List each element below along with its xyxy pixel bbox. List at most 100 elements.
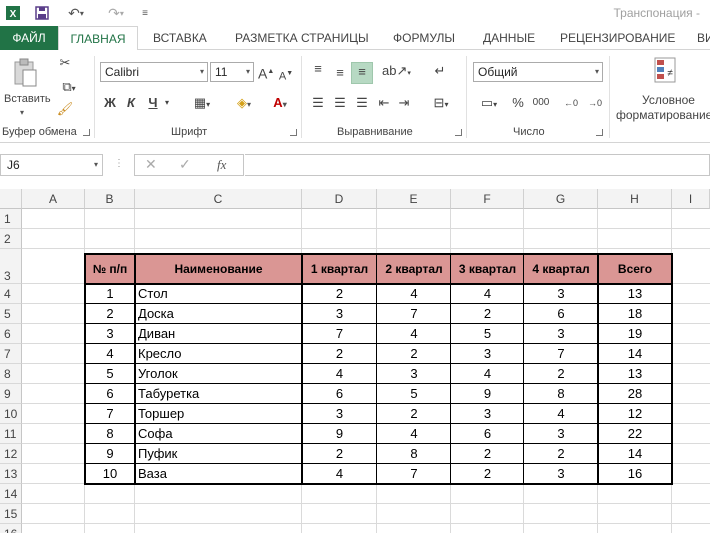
- table-cell[interactable]: Пуфик: [135, 444, 302, 464]
- table-header-cell[interactable]: Всего: [598, 254, 672, 284]
- conditional-formatting-label-1[interactable]: Условное: [642, 93, 695, 107]
- table-header-cell[interactable]: № п/п: [85, 254, 135, 284]
- wrap-text-icon[interactable]: ↵: [430, 62, 450, 80]
- row-header-16[interactable]: 16: [0, 524, 22, 533]
- row-header-5[interactable]: 5: [0, 304, 22, 324]
- formula-input[interactable]: [245, 154, 710, 176]
- table-cell[interactable]: 3: [524, 464, 598, 484]
- table-cell[interactable]: 2: [302, 284, 377, 304]
- align-center-icon[interactable]: ☰: [332, 94, 348, 112]
- table-cell[interactable]: 14: [598, 344, 672, 364]
- row-header-7[interactable]: 7: [0, 344, 22, 364]
- row-header-6[interactable]: 6: [0, 324, 22, 344]
- name-box[interactable]: J6 ▾: [0, 154, 103, 176]
- table-header-cell[interactable]: 3 квартал: [451, 254, 524, 284]
- row-header-11[interactable]: 11: [0, 424, 22, 444]
- table-cell[interactable]: 18: [598, 304, 672, 324]
- column-header-i[interactable]: I: [672, 189, 710, 209]
- worksheet-grid[interactable]: ABCDEFGHI 12345678910111213141516 № п/пН…: [0, 189, 710, 533]
- table-header-cell[interactable]: Наименование: [135, 254, 302, 284]
- table-cell[interactable]: 14: [598, 444, 672, 464]
- table-cell[interactable]: 13: [598, 364, 672, 384]
- column-header-c[interactable]: C: [135, 189, 302, 209]
- table-cell[interactable]: 12: [598, 404, 672, 424]
- table-cell[interactable]: 2: [85, 304, 135, 324]
- tab-formulas[interactable]: ФОРМУЛЫ: [393, 26, 455, 50]
- font-color-icon[interactable]: A▾: [266, 94, 294, 114]
- bold-button[interactable]: Ж: [103, 94, 117, 112]
- table-cell[interactable]: 19: [598, 324, 672, 344]
- percent-style-icon[interactable]: %: [510, 94, 526, 112]
- table-cell[interactable]: 4: [377, 424, 451, 444]
- table-header-cell[interactable]: 1 квартал: [302, 254, 377, 284]
- tab-data[interactable]: ДАННЫЕ: [483, 26, 535, 50]
- copy-icon[interactable]: ⧉▾: [56, 78, 82, 98]
- table-cell[interactable]: 16: [598, 464, 672, 484]
- table-cell[interactable]: 8: [85, 424, 135, 444]
- column-header-e[interactable]: E: [377, 189, 451, 209]
- table-cell[interactable]: 10: [85, 464, 135, 484]
- table-cell[interactable]: Стол: [135, 284, 302, 304]
- grow-font-icon[interactable]: A▲: [258, 63, 274, 83]
- table-cell[interactable]: 6: [451, 424, 524, 444]
- table-cell[interactable]: 6: [302, 384, 377, 404]
- table-cell[interactable]: 9: [451, 384, 524, 404]
- increase-decimal-icon[interactable]: ←0: [562, 94, 580, 112]
- table-cell[interactable]: 3: [524, 324, 598, 344]
- table-cell[interactable]: 13: [598, 284, 672, 304]
- table-cell[interactable]: 3: [302, 404, 377, 424]
- row-header-12[interactable]: 12: [0, 444, 22, 464]
- paste-dropdown-icon[interactable]: ▾: [20, 108, 24, 117]
- table-cell[interactable]: Доска: [135, 304, 302, 324]
- table-cell[interactable]: 2: [302, 344, 377, 364]
- table-cell[interactable]: 5: [377, 384, 451, 404]
- font-size-select[interactable]: 11 ▾: [210, 62, 254, 82]
- cut-icon[interactable]: ✂: [56, 54, 74, 72]
- table-cell[interactable]: 3: [524, 424, 598, 444]
- customize-qat-icon[interactable]: ≡: [138, 3, 152, 23]
- italic-button[interactable]: К: [124, 94, 138, 112]
- table-cell[interactable]: 4: [524, 404, 598, 424]
- table-cell[interactable]: 4: [377, 284, 451, 304]
- orientation-icon[interactable]: ab↗▾: [382, 62, 411, 83]
- conditional-formatting-label-2[interactable]: форматирование: [616, 108, 710, 122]
- table-header-cell[interactable]: 4 квартал: [524, 254, 598, 284]
- number-format-select[interactable]: Общий ▾: [473, 62, 603, 82]
- cancel-icon[interactable]: ✕: [145, 156, 157, 173]
- table-cell[interactable]: 9: [85, 444, 135, 464]
- table-cell[interactable]: Софа: [135, 424, 302, 444]
- column-header-g[interactable]: G: [524, 189, 598, 209]
- table-cell[interactable]: 7: [524, 344, 598, 364]
- row-header-8[interactable]: 8: [0, 364, 22, 384]
- row-header-9[interactable]: 9: [0, 384, 22, 404]
- column-header-h[interactable]: H: [598, 189, 672, 209]
- table-cell[interactable]: Ваза: [135, 464, 302, 484]
- table-cell[interactable]: 2: [451, 444, 524, 464]
- tab-home[interactable]: ГЛАВНАЯ: [58, 26, 138, 51]
- table-cell[interactable]: 8: [377, 444, 451, 464]
- paste-icon[interactable]: [10, 58, 40, 88]
- table-cell[interactable]: 7: [377, 464, 451, 484]
- align-left-icon[interactable]: ☰: [310, 94, 326, 112]
- row-header-15[interactable]: 15: [0, 504, 22, 524]
- table-cell[interactable]: 2: [524, 444, 598, 464]
- table-cell[interactable]: 2: [377, 404, 451, 424]
- table-cell[interactable]: 4: [302, 464, 377, 484]
- row-header-2[interactable]: 2: [0, 229, 22, 249]
- table-cell[interactable]: Диван: [135, 324, 302, 344]
- enter-icon[interactable]: ✓: [179, 156, 191, 173]
- format-painter-icon[interactable]: 🖌: [56, 100, 74, 118]
- table-cell[interactable]: 2: [451, 464, 524, 484]
- font-launcher-icon[interactable]: [290, 129, 297, 136]
- table-cell[interactable]: 9: [302, 424, 377, 444]
- table-cell[interactable]: 3: [85, 324, 135, 344]
- underline-button[interactable]: Ч: [146, 94, 160, 112]
- table-cell[interactable]: Уголок: [135, 364, 302, 384]
- row-header-3[interactable]: 3: [0, 249, 22, 284]
- conditional-formatting-icon[interactable]: ≠: [652, 56, 678, 86]
- tab-review[interactable]: РЕЦЕНЗИРОВАНИЕ: [560, 26, 675, 50]
- underline-dropdown-icon[interactable]: ▾: [162, 94, 172, 112]
- decrease-indent-icon[interactable]: ⇤: [376, 94, 392, 112]
- row-header-13[interactable]: 13: [0, 464, 22, 484]
- decrease-decimal-icon[interactable]: →0: [586, 94, 604, 112]
